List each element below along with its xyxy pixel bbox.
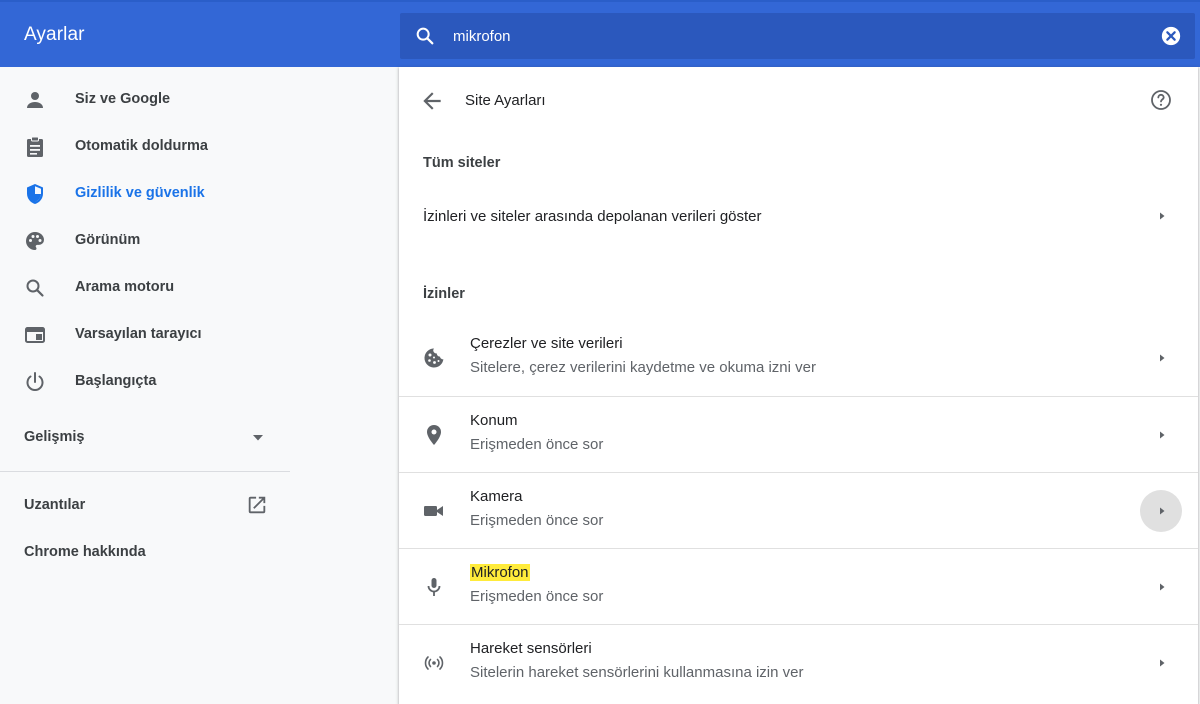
- permission-title: Mikrofon: [470, 564, 530, 581]
- all-sites-row[interactable]: İzinleri ve siteler arasında depolanan v…: [399, 191, 1198, 243]
- sidebar-item-label: Başlangıçta: [75, 373, 157, 389]
- permission-title: Kamera: [470, 488, 523, 505]
- sidebar-item-default-browser[interactable]: Varsayılan tarayıcı: [0, 313, 290, 357]
- permission-row-location[interactable]: Konum Erişmeden önce sor: [399, 396, 1198, 472]
- search-icon: [416, 27, 434, 45]
- arrow-right-icon: [1160, 354, 1165, 362]
- permission-title: Çerezler ve site verileri: [470, 335, 623, 352]
- app-title: Ayarlar: [24, 24, 85, 45]
- sidebar-item-autofill[interactable]: Otomatik doldurma: [0, 125, 290, 169]
- sidebar-item-label: Siz ve Google: [75, 91, 171, 107]
- arrow-right-icon: [1160, 212, 1165, 220]
- all-sites-row-label: İzinleri ve siteler arasında depolanan v…: [423, 208, 762, 225]
- power-icon: [26, 372, 44, 391]
- permission-subtitle: Sitelere, çerez verilerini kaydetme ve o…: [470, 359, 816, 376]
- advanced-label: Gelişmiş: [24, 429, 85, 445]
- sidebar-item-you-and-google[interactable]: Siz ve Google: [0, 78, 290, 122]
- arrow-right-icon: [1160, 659, 1165, 667]
- search-icon: [26, 279, 44, 297]
- permission-row-camera[interactable]: Kamera Erişmeden önce sor: [399, 472, 1198, 548]
- chevron-down-icon: [253, 435, 263, 441]
- extensions-link[interactable]: Uzantılar: [0, 485, 290, 525]
- permission-subtitle: Sitelerin hareket sensörlerini kullanmas…: [470, 664, 804, 681]
- sidebar-item-label: Gizlilik ve güvenlik: [75, 185, 205, 201]
- advanced-toggle[interactable]: Gelişmiş: [0, 417, 290, 457]
- permission-subtitle: Erişmeden önce sor: [470, 588, 604, 605]
- about-chrome-link[interactable]: Chrome hakkında: [0, 532, 290, 572]
- search-input[interactable]: [453, 26, 1053, 46]
- sidebar-item-search-engine[interactable]: Arama motoru: [0, 266, 290, 310]
- permission-row-cookies[interactable]: Çerezler ve site verileri Sitelere, çere…: [399, 320, 1198, 396]
- about-chrome-label: Chrome hakkında: [24, 544, 146, 560]
- site-settings-card: Site Ayarları Tüm siteler İzinleri ve si…: [399, 67, 1198, 704]
- shield-icon: [27, 184, 43, 204]
- top-bar: Ayarlar: [0, 0, 1200, 67]
- back-arrow-icon[interactable]: [419, 88, 445, 114]
- sidebar: Siz ve Google Otomatik doldurma Gizlilik…: [0, 67, 290, 704]
- cookie-icon: [424, 348, 444, 368]
- help-icon[interactable]: [1149, 88, 1173, 112]
- browser-window-icon: [25, 327, 45, 343]
- permission-title: Hareket sensörleri: [470, 640, 592, 657]
- permissions-heading: İzinler: [423, 286, 465, 302]
- arrow-right-icon: [1160, 507, 1165, 515]
- camera-icon: [424, 506, 443, 516]
- search-highlight: Mikrofon: [470, 564, 530, 581]
- all-sites-heading: Tüm siteler: [423, 155, 501, 171]
- motion-sensor-icon: [424, 656, 444, 670]
- permission-title: Konum: [470, 412, 518, 429]
- sidebar-item-label: Arama motoru: [75, 279, 175, 295]
- microphone-icon: [427, 578, 441, 596]
- arrow-right-icon: [1160, 431, 1165, 439]
- permission-row-microphone[interactable]: Mikrofon Erişmeden önce sor: [399, 548, 1198, 624]
- permission-subtitle: Erişmeden önce sor: [470, 436, 604, 453]
- sidebar-divider: [0, 471, 290, 472]
- person-icon: [27, 92, 43, 108]
- sidebar-item-label: Varsayılan tarayıcı: [75, 326, 202, 342]
- extensions-label: Uzantılar: [24, 497, 86, 513]
- sidebar-item-appearance[interactable]: Görünüm: [0, 219, 290, 263]
- search-box[interactable]: [400, 13, 1195, 59]
- location-pin-icon: [427, 425, 441, 445]
- sidebar-item-label: Görünüm: [75, 232, 141, 248]
- page-title: Site Ayarları: [465, 92, 546, 109]
- arrow-right-icon: [1160, 583, 1165, 591]
- clear-search-icon[interactable]: [1160, 25, 1182, 47]
- open-in-new-icon: [248, 496, 266, 514]
- sidebar-item-privacy-security[interactable]: Gizlilik ve güvenlik: [0, 172, 290, 216]
- clipboard-icon: [27, 136, 43, 157]
- permission-subtitle: Erişmeden önce sor: [470, 512, 604, 529]
- sidebar-item-on-startup[interactable]: Başlangıçta: [0, 360, 290, 404]
- permission-row-motion-sensors[interactable]: Hareket sensörleri Sitelerin hareket sen…: [399, 624, 1198, 700]
- sidebar-item-label: Otomatik doldurma: [75, 138, 208, 154]
- palette-icon: [26, 232, 44, 250]
